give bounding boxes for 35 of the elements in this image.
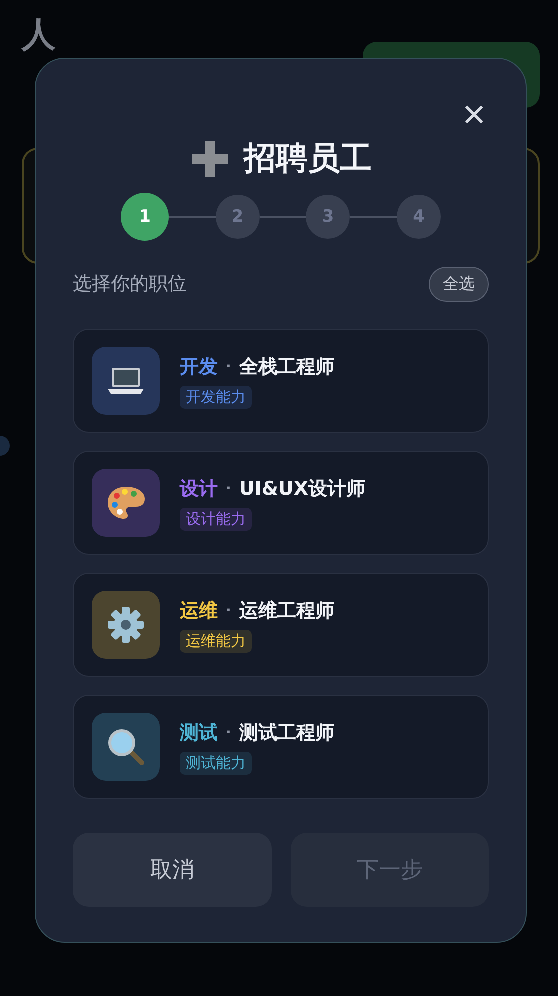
laptop-icon [106, 365, 146, 397]
role-category: 运维 [180, 598, 218, 624]
role-title: 全栈工程师 [239, 354, 334, 380]
plus-icon [190, 139, 230, 179]
close-button[interactable]: × [462, 97, 486, 133]
step-indicator: 2 [216, 195, 260, 239]
palette-icon [106, 485, 146, 521]
skill-tag: 运维能力 [180, 630, 252, 652]
select-all-button[interactable]: 全选 [429, 266, 489, 302]
separator-dot: · [226, 602, 232, 618]
role-category: 设计 [180, 476, 218, 502]
separator-dot: · [226, 480, 232, 496]
step-indicator: 4 [397, 195, 442, 239]
separator-dot: · [226, 724, 232, 740]
role-card[interactable]: 运维 · 运维工程师 运维能力 [73, 573, 489, 677]
role-card[interactable]: 开发 · 全栈工程师 开发能力 [73, 329, 489, 433]
step-indicator: 3 [306, 195, 350, 239]
role-category: 开发 [180, 354, 218, 380]
skill-tag: 测试能力 [180, 752, 252, 774]
role-title: UI&UX设计师 [239, 476, 366, 502]
cancel-button[interactable]: 取消 [73, 833, 272, 907]
page-title: 人 [22, 16, 56, 54]
step-indicator: 1 [121, 193, 169, 241]
dialog-title: 招聘员工 [244, 138, 372, 179]
gear-icon [106, 605, 146, 645]
magnifier-icon [106, 727, 146, 767]
role-title: 测试工程师 [239, 720, 334, 746]
role-category: 测试 [180, 720, 218, 746]
section-label: 选择你的职位 [73, 272, 187, 297]
role-card[interactable]: 测试 · 测试工程师 测试能力 [73, 695, 489, 799]
separator-dot: · [226, 358, 232, 374]
skill-tag: 开发能力 [180, 386, 252, 408]
role-card[interactable]: 设计 · UI&UX设计师 设计能力 [73, 451, 489, 555]
role-title: 运维工程师 [239, 598, 334, 624]
skill-tag: 设计能力 [180, 508, 252, 530]
